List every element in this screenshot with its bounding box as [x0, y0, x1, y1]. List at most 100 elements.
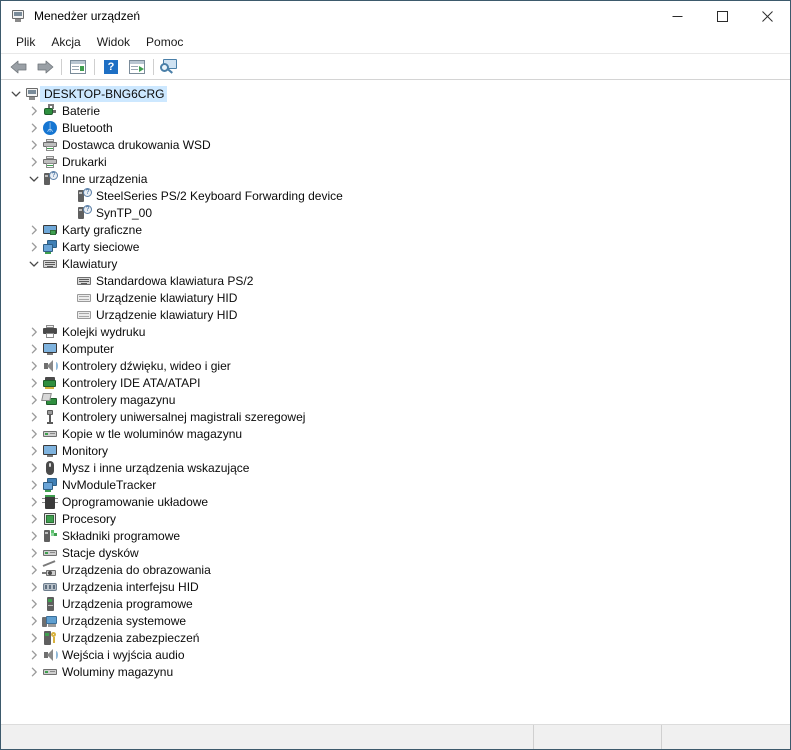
tree-row[interactable]: DESKTOP-BNG6CRG — [2, 85, 790, 102]
chevron-right-icon[interactable] — [26, 357, 42, 374]
menu-bar: Plik Akcja Widok Pomoc — [1, 31, 790, 54]
maximize-button[interactable] — [700, 1, 745, 31]
tree-row[interactable]: Kolejki wydruku — [2, 323, 790, 340]
toolbar: ? — [1, 54, 790, 80]
chevron-right-icon[interactable] — [26, 221, 42, 238]
tree-row[interactable]: Urządzenie klawiatury HID — [2, 306, 790, 323]
device-tree: DESKTOP-BNG6CRG Baterie ᛦ Bluetooth Dostawca… — [2, 85, 790, 680]
tree-row[interactable]: Stacje dysków — [2, 544, 790, 561]
chevron-right-icon[interactable] — [26, 136, 42, 153]
tree-row[interactable]: Kontrolery magazynu — [2, 391, 790, 408]
chevron-right-icon[interactable] — [26, 493, 42, 510]
tree-row[interactable]: Kontrolery dźwięku, wideo i gier — [2, 357, 790, 374]
chevron-down-icon[interactable] — [26, 255, 42, 272]
chevron-right-icon[interactable] — [26, 425, 42, 442]
chevron-right-icon[interactable] — [26, 476, 42, 493]
tree-row[interactable]: Drukarki — [2, 153, 790, 170]
chevron-down-icon[interactable] — [8, 85, 24, 102]
tree-row-label: Baterie — [62, 103, 101, 118]
chevron-right-icon[interactable] — [26, 578, 42, 595]
tree-row[interactable]: Mysz i inne urządzenia wskazujące — [2, 459, 790, 476]
sound-icon — [42, 647, 58, 663]
tree-row[interactable]: Karty sieciowe — [2, 238, 790, 255]
toolbar-separator — [94, 58, 95, 75]
menu-plik[interactable]: Plik — [8, 33, 43, 51]
minimize-button[interactable] — [655, 1, 700, 31]
chevron-right-icon[interactable] — [26, 238, 42, 255]
tree-row[interactable]: Urządzenia do obrazowania — [2, 559, 790, 578]
chevron-right-icon[interactable] — [26, 612, 42, 629]
tree-row[interactable]: ? SteelSeries PS/2 Keyboard Forwarding de… — [2, 187, 790, 204]
chevron-right-icon[interactable] — [26, 391, 42, 408]
tree-row[interactable]: Urządzenia zabezpieczeń — [2, 629, 790, 646]
tree-row-label: Procesory — [62, 511, 117, 526]
chevron-right-icon[interactable] — [26, 510, 42, 527]
hid-icon — [42, 579, 58, 595]
tree-row[interactable]: Woluminy magazynu — [2, 663, 790, 680]
chevron-right-icon[interactable] — [26, 102, 42, 119]
tree-row[interactable]: Urządzenia interfejsu HID — [2, 578, 790, 595]
tree-row[interactable]: Kontrolery uniwersalnej magistrali szere… — [2, 408, 790, 425]
tree-row-label: Drukarki — [62, 154, 107, 169]
toolbar-separator — [153, 58, 154, 75]
menu-akcja[interactable]: Akcja — [43, 33, 88, 51]
tree-row[interactable]: Składniki programowe — [2, 527, 790, 544]
chevron-down-icon[interactable] — [26, 170, 42, 187]
tree-row[interactable]: Karty graficzne — [2, 221, 790, 238]
status-pane-tertiary — [662, 725, 790, 749]
storage-controller-icon — [41, 392, 58, 408]
tree-row[interactable]: Kontrolery IDE ATA/ATAPI — [2, 374, 790, 391]
tree-row[interactable]: Standardowa klawiatura PS/2 — [2, 272, 790, 289]
chevron-right-icon[interactable] — [26, 323, 42, 340]
tree-row[interactable]: Dostawca drukowania WSD — [2, 136, 790, 153]
show-hide-console-tree-icon[interactable] — [65, 56, 91, 78]
tree-row[interactable]: Oprogramowanie układowe — [2, 493, 790, 510]
tree-row[interactable]: Klawiatury — [2, 255, 790, 272]
tree-row[interactable]: Kopie w tle woluminów magazynu — [2, 425, 790, 442]
tree-row[interactable]: Urządzenie klawiatury HID — [2, 289, 790, 306]
chevron-right-icon[interactable] — [26, 561, 42, 578]
chevron-right-icon[interactable] — [26, 595, 42, 612]
help-icon[interactable]: ? — [98, 56, 124, 78]
forward-arrow-icon[interactable] — [32, 56, 58, 78]
chevron-right-icon[interactable] — [26, 442, 42, 459]
chevron-right-icon[interactable] — [26, 374, 42, 391]
device-tree-panel[interactable]: DESKTOP-BNG6CRG Baterie ᛦ Bluetooth Dostawca… — [1, 80, 790, 724]
tree-row[interactable]: ᛦ Bluetooth — [2, 119, 790, 136]
close-button[interactable] — [745, 1, 790, 31]
chevron-right-icon[interactable] — [26, 663, 42, 680]
menu-widok[interactable]: Widok — [89, 33, 138, 51]
chevron-right-icon[interactable] — [26, 629, 42, 646]
tree-row[interactable]: ? SynTP_00 — [2, 204, 790, 221]
chevron-right-icon[interactable] — [26, 544, 42, 561]
scan-for-hardware-changes-icon[interactable] — [157, 56, 183, 78]
tree-row[interactable]: Urządzenia systemowe — [2, 612, 790, 629]
menu-pomoc[interactable]: Pomoc — [138, 33, 191, 51]
properties-icon[interactable] — [124, 56, 150, 78]
chevron-right-icon[interactable] — [26, 646, 42, 663]
tree-row[interactable]: Komputer — [2, 340, 790, 357]
back-arrow-icon[interactable] — [6, 56, 32, 78]
tree-row[interactable]: Urządzenia programowe — [2, 595, 790, 612]
network-adapter-icon — [42, 477, 58, 493]
disk-icon — [42, 545, 58, 561]
tree-row[interactable]: Baterie — [2, 102, 790, 119]
chevron-right-icon[interactable] — [26, 459, 42, 476]
chevron-right-icon[interactable] — [26, 119, 42, 136]
tree-row[interactable]: Monitory — [2, 442, 790, 459]
chevron-right-icon[interactable] — [26, 527, 42, 544]
unknown-device-icon: ? — [76, 204, 92, 221]
chevron-right-icon[interactable] — [26, 153, 42, 170]
chevron-right-icon[interactable] — [26, 408, 42, 425]
tree-row-label: Karty graficzne — [62, 222, 143, 237]
bluetooth-icon: ᛦ — [42, 120, 58, 136]
chevron-right-icon[interactable] — [26, 340, 42, 357]
tree-row[interactable]: Wejścia i wyjścia audio — [2, 646, 790, 663]
tree-row[interactable]: ? Inne urządzenia — [2, 170, 790, 187]
tree-row[interactable]: Procesory — [2, 510, 790, 527]
tree-row[interactable]: NvModuleTracker — [2, 476, 790, 493]
